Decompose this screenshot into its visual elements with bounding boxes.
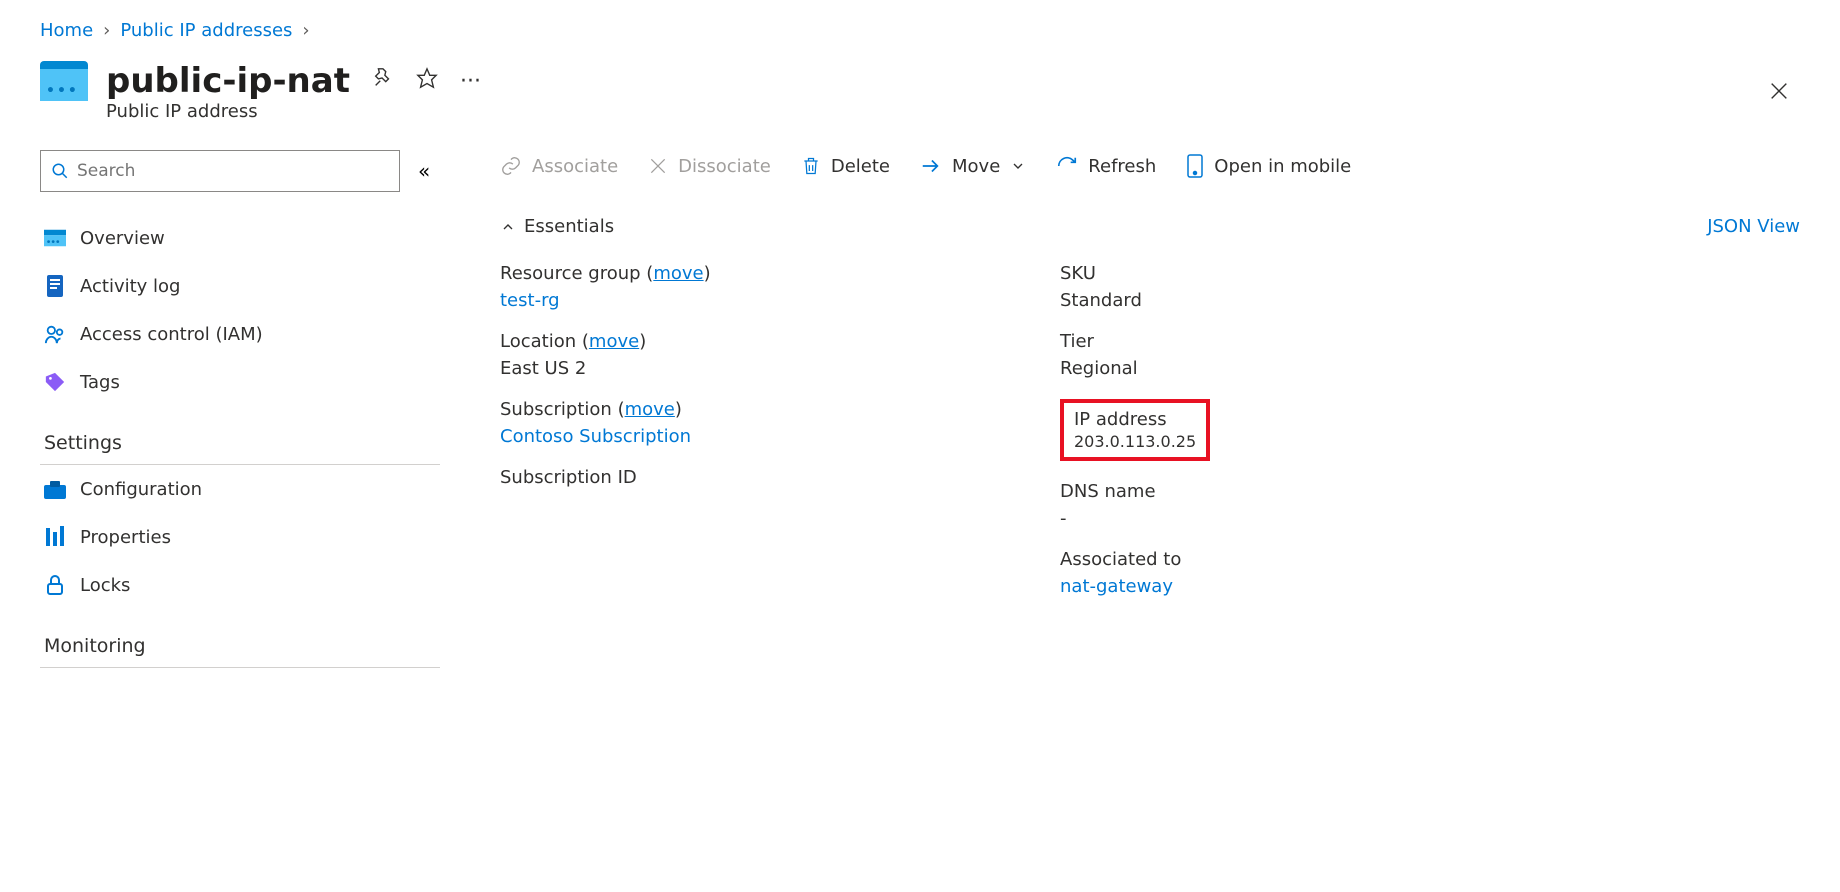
tier-value: Regional (1060, 358, 1560, 379)
mobile-icon (1186, 154, 1204, 178)
chevron-right-icon: › (302, 20, 309, 41)
more-button[interactable]: ··· (460, 69, 481, 94)
breadcrumb: Home › Public IP addresses › (40, 20, 1800, 41)
command-bar: Associate Dissociate Delete Move (500, 154, 1800, 178)
sidebar-item-label: Configuration (80, 479, 202, 500)
delete-label: Delete (831, 156, 890, 177)
overview-icon (44, 227, 66, 249)
refresh-label: Refresh (1088, 156, 1156, 177)
sidebar-section-monitoring: Monitoring (40, 621, 440, 668)
open-mobile-label: Open in mobile (1214, 156, 1351, 177)
essentials-label: Essentials (524, 216, 614, 237)
properties-icon (44, 526, 66, 548)
dissociate-label: Dissociate (678, 156, 771, 177)
json-view-link[interactable]: JSON View (1707, 216, 1800, 237)
breadcrumb-category[interactable]: Public IP addresses (120, 20, 292, 41)
associated-to-value[interactable]: nat-gateway (1060, 576, 1560, 597)
resource-group-label: Resource group (500, 263, 641, 284)
sidebar-item-label: Overview (80, 228, 165, 249)
favorite-button[interactable] (416, 67, 438, 95)
sidebar-section-settings: Settings (40, 418, 440, 465)
open-in-mobile-button[interactable]: Open in mobile (1186, 154, 1351, 178)
arrow-right-icon (920, 155, 942, 177)
refresh-button[interactable]: Refresh (1056, 155, 1156, 177)
sidebar: « Overview Activity log Access cont (40, 150, 440, 668)
prop-tier: Tier Regional (1060, 331, 1560, 379)
sidebar-item-label: Access control (IAM) (80, 324, 263, 345)
search-icon (51, 162, 69, 180)
prop-dns-name: DNS name - (1060, 481, 1560, 529)
subscription-label: Subscription (500, 399, 612, 420)
sidebar-item-properties[interactable]: Properties (40, 513, 440, 561)
configuration-icon (44, 478, 66, 500)
trash-icon (801, 155, 821, 177)
ip-address-label: IP address (1074, 409, 1196, 430)
sidebar-item-label: Activity log (80, 276, 180, 297)
pin-button[interactable] (372, 67, 394, 95)
chevron-up-icon (500, 219, 516, 235)
search-input[interactable] (77, 161, 389, 181)
resource-group-value[interactable]: test-rg (500, 290, 1000, 311)
chevron-down-icon (1010, 158, 1026, 174)
close-button[interactable] (1768, 80, 1790, 108)
sku-value: Standard (1060, 290, 1560, 311)
link-icon (500, 155, 522, 177)
prop-sku: SKU Standard (1060, 263, 1560, 311)
chevron-double-left-icon: « (418, 159, 430, 183)
sidebar-item-configuration[interactable]: Configuration (40, 465, 440, 513)
delete-button[interactable]: Delete (801, 155, 890, 177)
prop-resource-group: Resource group (move) test-rg (500, 263, 1000, 311)
subscription-id-label: Subscription ID (500, 467, 1000, 488)
location-value: East US 2 (500, 358, 1000, 379)
sidebar-item-access-control[interactable]: Access control (IAM) (40, 310, 440, 358)
ip-address-value: 203.0.113.0.25 (1074, 432, 1196, 451)
sidebar-item-locks[interactable]: Locks (40, 561, 440, 609)
collapse-sidebar-button[interactable]: « (418, 159, 430, 183)
resource-type: Public IP address (106, 101, 481, 122)
associate-button: Associate (500, 155, 618, 177)
dns-name-value: - (1060, 508, 1560, 529)
sidebar-item-activity-log[interactable]: Activity log (40, 262, 440, 310)
close-icon (1768, 80, 1790, 102)
sidebar-item-label: Tags (80, 372, 120, 393)
subscription-value[interactable]: Contoso Subscription (500, 426, 1000, 447)
move-label: Move (952, 156, 1000, 177)
sidebar-item-tags[interactable]: Tags (40, 358, 440, 406)
tier-label: Tier (1060, 331, 1560, 352)
prop-location: Location (move) East US 2 (500, 331, 1000, 379)
tags-icon (44, 371, 66, 393)
prop-associated-to: Associated to nat-gateway (1060, 549, 1560, 597)
sidebar-item-label: Properties (80, 527, 171, 548)
page-title: public-ip-nat (106, 61, 350, 101)
lock-icon (44, 574, 66, 596)
associate-label: Associate (532, 156, 618, 177)
location-label: Location (500, 331, 576, 352)
prop-subscription: Subscription (move) Contoso Subscription (500, 399, 1000, 447)
chevron-right-icon: › (103, 20, 110, 41)
public-ip-icon (40, 61, 88, 101)
sidebar-search[interactable] (40, 150, 400, 192)
resource-header: public-ip-nat ··· Public IP address (40, 61, 1800, 122)
dns-name-label: DNS name (1060, 481, 1560, 502)
activity-log-icon (44, 275, 66, 297)
star-icon (416, 67, 438, 89)
sku-label: SKU (1060, 263, 1560, 284)
sidebar-item-label: Locks (80, 575, 130, 596)
sidebar-item-overview[interactable]: Overview (40, 214, 440, 262)
move-button[interactable]: Move (920, 155, 1026, 177)
dissociate-button: Dissociate (648, 156, 771, 177)
location-move-link[interactable]: move (589, 331, 639, 352)
resource-group-move-link[interactable]: move (653, 263, 703, 284)
refresh-icon (1056, 155, 1078, 177)
associated-to-label: Associated to (1060, 549, 1560, 570)
prop-ip-address: IP address 203.0.113.0.25 (1060, 399, 1210, 461)
main-content: Associate Dissociate Delete Move (500, 150, 1800, 668)
x-icon (648, 156, 668, 176)
essentials-toggle[interactable]: Essentials (500, 216, 614, 237)
pin-icon (372, 67, 394, 89)
subscription-move-link[interactable]: move (625, 399, 675, 420)
access-control-icon (44, 323, 66, 345)
breadcrumb-home[interactable]: Home (40, 20, 93, 41)
prop-subscription-id: Subscription ID (500, 467, 1000, 488)
